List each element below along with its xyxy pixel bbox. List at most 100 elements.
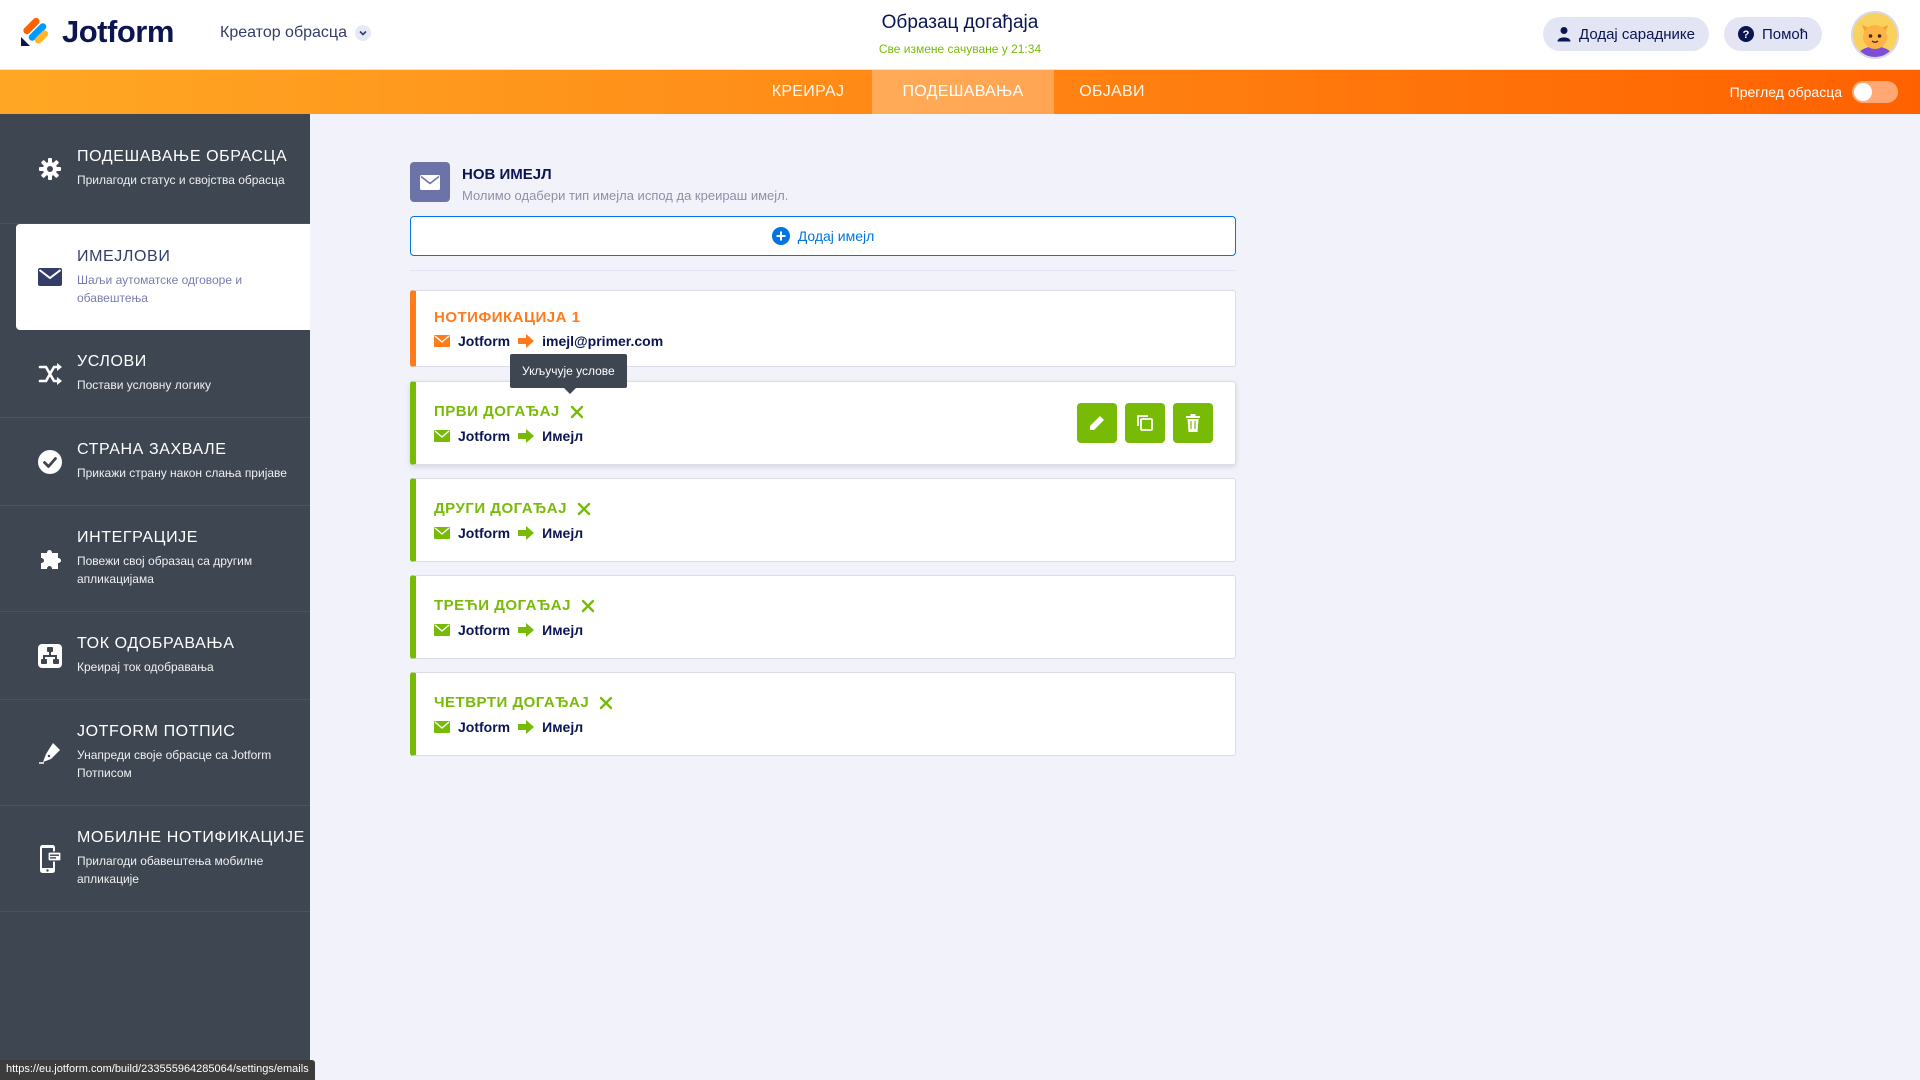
tab-settings-label: ПОДЕШАВАЊА xyxy=(902,83,1024,100)
conditions-icon[interactable] xyxy=(581,599,595,613)
form-builder-dropdown[interactable]: Креатор обрасца xyxy=(220,24,371,42)
puzzle-icon xyxy=(37,546,63,572)
email-to: Имејл xyxy=(542,428,584,444)
sidebar-item-title: ТОК ОДОБРАВАЊА xyxy=(77,635,235,652)
divider xyxy=(410,270,1236,271)
tab-create-label: КРЕИРАЈ xyxy=(771,83,845,100)
sidebar-item-title: МОБИЛНЕ НОТИФИКАЦИЈЕ xyxy=(77,829,305,846)
arrow-right-icon xyxy=(518,429,535,443)
envelope-icon xyxy=(434,624,450,636)
new-email-header: НОВ ИМЕЈЛ Молимо одабери тип имејла испо… xyxy=(410,162,788,203)
add-collaborators-label: Додај сараднике xyxy=(1579,25,1695,43)
email-to: imejl@primer.com xyxy=(542,333,664,349)
email-to: Имејл xyxy=(542,525,584,541)
sidebar-item-form-settings[interactable]: ПОДЕШАВАЊЕ ОБРАСЦА Прилагоди статус и сво… xyxy=(0,114,310,224)
main-tab-bar: КРЕИРАЈ ПОДЕШАВАЊА ОБЈАВИ Преглед обрасц… xyxy=(0,70,1920,114)
email-from: Jotform xyxy=(458,622,511,638)
sidebar-item-conditions[interactable]: УСЛОВИ Постави условну логику xyxy=(0,330,310,418)
email-card-first-event[interactable]: ПРВИ ДОГАЂАЈ Jotform Имејл xyxy=(410,381,1236,465)
email-card-fourth-event[interactable]: ЧЕТВРТИ ДОГАЂАЈ Jotform Имејл xyxy=(410,672,1236,756)
email-to: Имејл xyxy=(542,622,584,638)
email-route: Jotform Имејл xyxy=(434,525,583,541)
form-title[interactable]: Образац догађаја xyxy=(760,12,1160,34)
edit-button[interactable] xyxy=(1077,403,1117,443)
email-name: ПРВИ ДОГАЂАЈ xyxy=(434,403,560,420)
tab-create[interactable]: КРЕИРАЈ xyxy=(752,70,864,114)
email-card-third-event[interactable]: ТРЕЋИ ДОГАЂАЈ Jotform Имејл xyxy=(410,575,1236,659)
form-preview-toggle[interactable] xyxy=(1852,81,1898,103)
conditions-icon[interactable] xyxy=(570,405,584,419)
form-preview-label: Преглед обрасца xyxy=(1729,84,1842,100)
help-button[interactable]: ? Помоћ xyxy=(1724,17,1823,51)
sidebar-item-title: ПОДЕШАВАЊЕ ОБРАСЦА xyxy=(77,148,288,165)
email-card-second-event[interactable]: ДРУГИ ДОГАЂАЈ Jotform Имејл xyxy=(410,478,1236,562)
trash-icon xyxy=(1186,414,1200,432)
browser-status-url: https://eu.jotform.com/build/23355596428… xyxy=(0,1060,315,1080)
form-preview-control: Преглед обрасца xyxy=(1730,81,1898,103)
conditions-icon[interactable] xyxy=(577,502,591,516)
sidebar-item-title: ИНТЕГРАЦИЈЕ xyxy=(77,529,199,546)
builder-label: Креатор обрасца xyxy=(220,24,347,41)
email-to: Имејл xyxy=(542,719,584,735)
email-from: Jotform xyxy=(458,428,511,444)
mobile-icon xyxy=(37,844,63,873)
tab-settings[interactable]: ПОДЕШАВАЊА xyxy=(872,70,1054,114)
email-from: Jotform xyxy=(458,525,511,541)
plus-circle-icon xyxy=(771,227,790,245)
svg-text:?: ? xyxy=(1743,29,1750,41)
email-actions xyxy=(1077,403,1213,443)
tab-publish[interactable]: ОБЈАВИ xyxy=(1062,70,1162,114)
user-icon xyxy=(1557,27,1571,42)
sidebar-item-title: ИМЕЈЛОВИ xyxy=(77,247,171,265)
envelope-icon xyxy=(410,162,450,202)
email-name: ЧЕТВРТИ ДОГАЂАЈ xyxy=(434,694,590,711)
email-from: Jotform xyxy=(458,333,511,349)
copy-icon xyxy=(1137,415,1153,431)
top-header: Jotform Креатор обрасца Образац догађаја… xyxy=(0,0,1920,70)
envelope-icon xyxy=(434,721,450,733)
sidebar-item-jotform-sign[interactable]: JOTFORM ПОТПИС Унапреди своје обрасце са … xyxy=(0,700,310,806)
sidebar-item-mobile-notifications[interactable]: МОБИЛНЕ НОТИФИКАЦИЈЕ Прилагоди обавештења… xyxy=(0,806,310,912)
add-email-button[interactable]: Додај имејл xyxy=(410,216,1236,256)
delete-button[interactable] xyxy=(1173,403,1213,443)
sidebar-item-emails[interactable]: ИМЕЈЛОВИ Шаљи аутоматске одговоре и обаве… xyxy=(16,224,310,330)
help-icon: ? xyxy=(1738,26,1754,42)
email-name: ТРЕЋИ ДОГАЂАЈ xyxy=(434,597,571,614)
conditions-tooltip: Укључује услове xyxy=(510,354,627,394)
email-route: Jotform imejl@primer.com xyxy=(434,333,663,349)
sidebar-item-desc: Прилагоди статус и својства обрасца xyxy=(77,173,285,187)
conditions-icon[interactable] xyxy=(599,696,613,710)
add-collaborators-button[interactable]: Додај сараднике xyxy=(1543,17,1709,51)
envelope-icon xyxy=(434,527,450,539)
shuffle-icon xyxy=(37,361,63,387)
sidebar-item-desc: Шаљи аутоматске одговоре и обавештења xyxy=(77,272,243,305)
arrow-right-icon xyxy=(518,526,535,540)
brand-name: Jotform xyxy=(62,14,174,49)
tab-publish-label: ОБЈАВИ xyxy=(1079,83,1145,100)
form-title-area: Образац догађаја Све измене сачуване у 2… xyxy=(760,12,1160,56)
chevron-down-icon xyxy=(354,25,371,41)
add-email-label: Додај имејл xyxy=(797,228,875,244)
sidebar-item-desc: Повежи свој образац са другим апликација… xyxy=(77,554,253,586)
arrow-right-icon xyxy=(518,623,535,637)
pencil-icon xyxy=(1090,416,1104,430)
sidebar-item-title: JOTFORM ПОТПИС xyxy=(77,723,236,740)
cat-avatar-icon xyxy=(1853,13,1897,57)
email-name: ДРУГИ ДОГАЂАЈ xyxy=(434,500,567,517)
sidebar-item-integrations[interactable]: ИНТЕГРАЦИЈЕ Повежи свој образац са другим… xyxy=(0,506,310,612)
sidebar-item-desc: Прилагоди обавештења мобилне апликације xyxy=(77,854,264,886)
sidebar-item-title: УСЛОВИ xyxy=(77,353,147,370)
envelope-icon xyxy=(434,335,450,347)
clone-button[interactable] xyxy=(1125,403,1165,443)
sidebar-item-desc: Постави условну логику xyxy=(77,378,212,392)
email-route: Jotform Имејл xyxy=(434,428,583,444)
sidebar-item-approval-flow[interactable]: ТОК ОДОБРАВАЊА Креирај ток одобравања xyxy=(0,612,310,700)
envelope-icon xyxy=(434,430,450,442)
jotform-logo[interactable]: Jotform xyxy=(18,14,174,50)
sidebar-item-thank-you-page[interactable]: СТРАНА ЗАХВАЛЕ Прикажи страну након слања… xyxy=(0,418,310,506)
save-status: Све измене сачуване у 21:34 xyxy=(878,42,1042,56)
avatar[interactable] xyxy=(1851,11,1899,59)
sidebar-item-desc: Креирај ток одобравања xyxy=(77,660,214,674)
email-from: Jotform xyxy=(458,719,511,735)
email-route: Jotform Имејл xyxy=(434,719,583,735)
